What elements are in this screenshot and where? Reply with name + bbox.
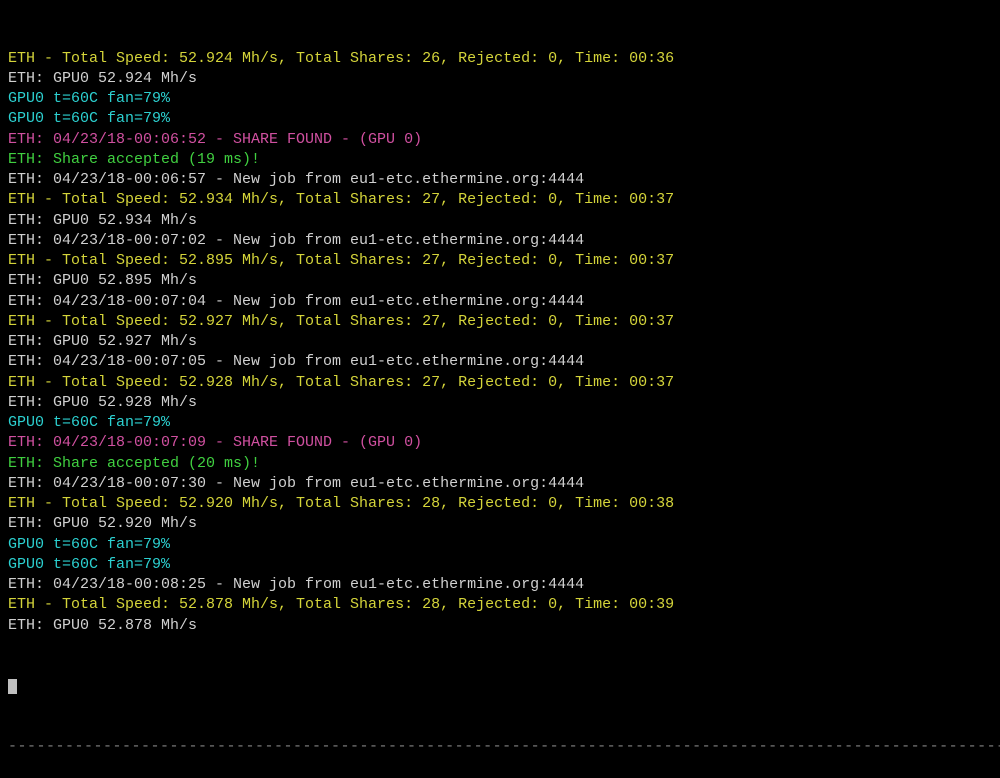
log-line: ETH: 04/23/18-00:07:04 - New job from eu… — [8, 292, 992, 312]
log-line: ETH: 04/23/18-00:08:25 - New job from eu… — [8, 575, 992, 595]
log-line: GPU0 t=60C fan=79% — [8, 89, 992, 109]
log-line: ETH: 04/23/18-00:06:57 - New job from eu… — [8, 170, 992, 190]
log-line: ETH: GPU0 52.878 Mh/s — [8, 616, 992, 636]
log-line: GPU0 t=60C fan=79% — [8, 109, 992, 129]
cursor-line — [8, 676, 992, 696]
log-line: ETH: GPU0 52.927 Mh/s — [8, 332, 992, 352]
log-line: GPU0 t=60C fan=79% — [8, 555, 992, 575]
log-line: ETH - Total Speed: 52.928 Mh/s, Total Sh… — [8, 373, 992, 393]
log-line: ETH - Total Speed: 52.895 Mh/s, Total Sh… — [8, 251, 992, 271]
log-line: ETH: 04/23/18-00:07:09 - SHARE FOUND - (… — [8, 433, 992, 453]
log-line: ETH: GPU0 52.895 Mh/s — [8, 271, 992, 291]
log-line: ETH - Total Speed: 52.934 Mh/s, Total Sh… — [8, 190, 992, 210]
log-line: ETH: 04/23/18-00:07:02 - New job from eu… — [8, 231, 992, 251]
log-line: ETH: 04/23/18-00:07:05 - New job from eu… — [8, 352, 992, 372]
cursor — [8, 679, 17, 694]
log-line: ETH - Total Speed: 52.927 Mh/s, Total Sh… — [8, 312, 992, 332]
log-line: ETH: Share accepted (19 ms)! — [8, 150, 992, 170]
log-line: GPU0 t=60C fan=79% — [8, 535, 992, 555]
log-line: ETH: Share accepted (20 ms)! — [8, 454, 992, 474]
log-lines: ETH - Total Speed: 52.924 Mh/s, Total Sh… — [8, 49, 992, 636]
log-line: GPU0 t=60C fan=79% — [8, 413, 992, 433]
log-line: ETH: GPU0 52.920 Mh/s — [8, 514, 992, 534]
log-line: ETH: GPU0 52.934 Mh/s — [8, 211, 992, 231]
log-line: ETH - Total Speed: 52.878 Mh/s, Total Sh… — [8, 595, 992, 615]
log-line: ETH: 04/23/18-00:06:52 - SHARE FOUND - (… — [8, 130, 992, 150]
log-line: ETH - Total Speed: 52.920 Mh/s, Total Sh… — [8, 494, 992, 514]
log-line: ETH: GPU0 52.928 Mh/s — [8, 393, 992, 413]
log-line: ETH: GPU0 52.924 Mh/s — [8, 69, 992, 89]
log-line: ETH - Total Speed: 52.924 Mh/s, Total Sh… — [8, 49, 992, 69]
log-line: ETH: 04/23/18-00:07:30 - New job from eu… — [8, 474, 992, 494]
terminal-output: ETH - Total Speed: 52.924 Mh/s, Total Sh… — [8, 8, 992, 778]
separator-line: ----------------------------------------… — [8, 737, 992, 757]
